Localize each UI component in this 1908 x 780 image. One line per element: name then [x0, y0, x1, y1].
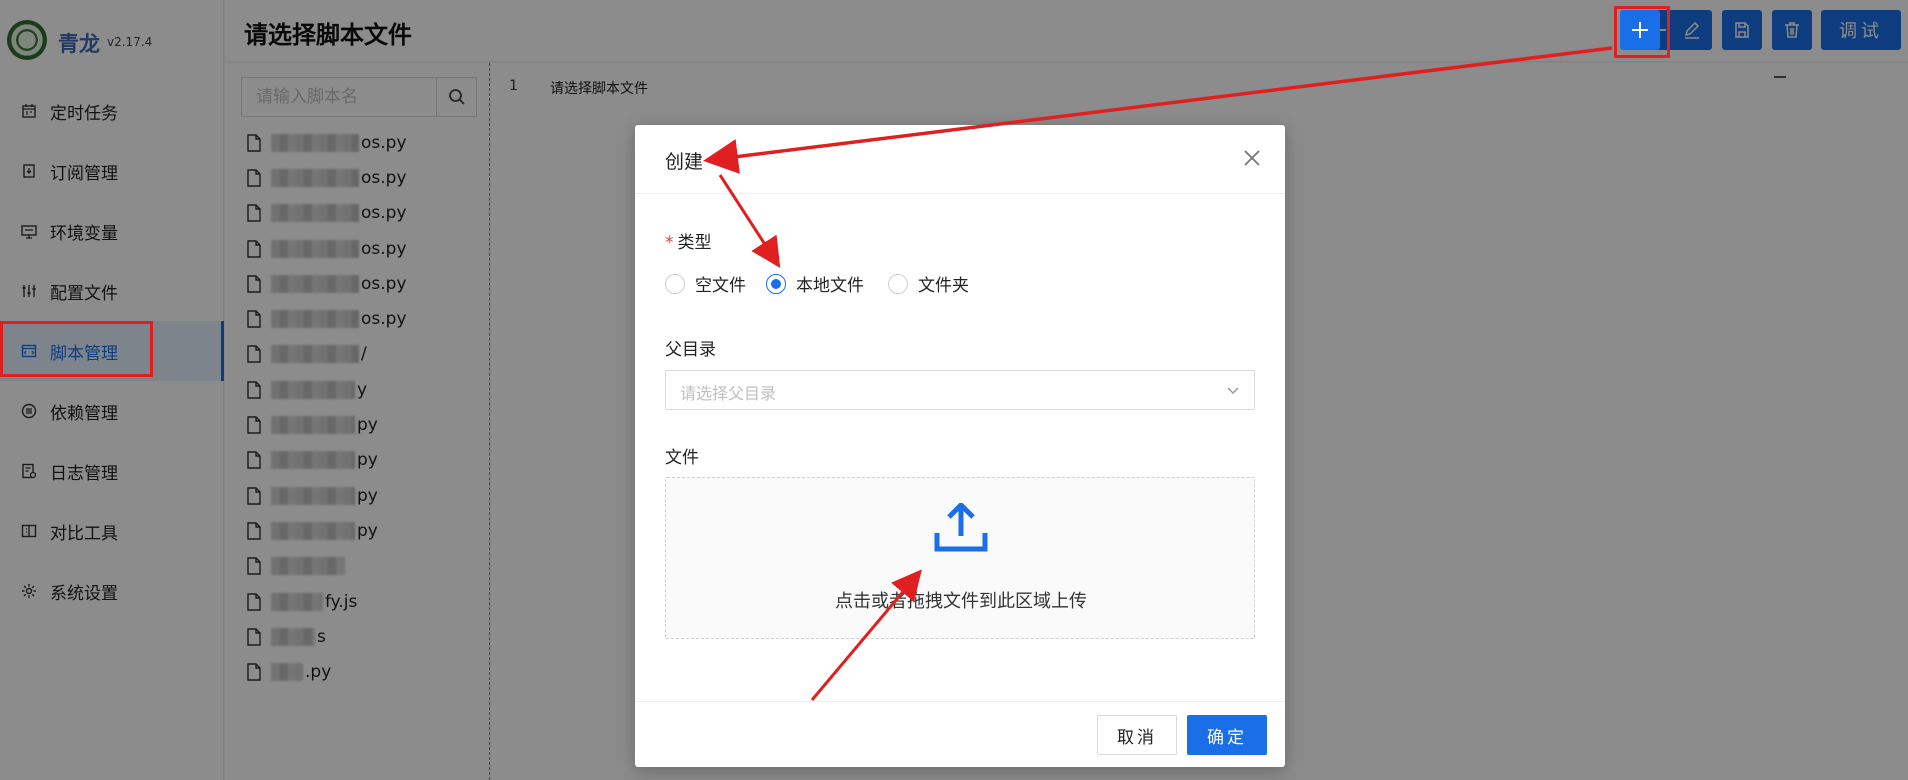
type-label: * 类型 [665, 233, 712, 253]
radio-dot [888, 273, 908, 294]
add-file-button-highlight[interactable] [1620, 10, 1660, 50]
upload-hint: 点击或者拖拽文件到此区域上传 [835, 591, 1087, 612]
radio-empty-file[interactable]: 空文件 [665, 271, 746, 296]
dialog-header-divider [635, 193, 1285, 194]
confirm-button[interactable]: 确定 [1187, 715, 1267, 755]
parent-dir-select[interactable]: 请选择父目录 [665, 370, 1255, 410]
radio-dot [766, 273, 786, 294]
cancel-button[interactable]: 取消 [1097, 715, 1177, 755]
plus-icon [1632, 22, 1648, 38]
dialog-footer-divider [635, 701, 1285, 702]
select-placeholder: 请选择父目录 [680, 384, 777, 403]
file-label: 文件 [665, 448, 699, 468]
dialog-title: 创建 [665, 151, 704, 173]
create-dialog: 创建 * 类型 空文件 本地文件 文件夹 父目录 请选择父目录 文件 点击或者拖拽… [635, 125, 1285, 767]
parent-dir-label: 父目录 [665, 340, 716, 360]
radio-local-file[interactable]: 本地文件 [766, 271, 864, 296]
radio-dot [665, 273, 685, 294]
close-button[interactable] [1241, 147, 1263, 169]
radio-folder[interactable]: 文件夹 [888, 271, 969, 296]
upload-icon [934, 503, 988, 552]
chevron-down-icon [1227, 387, 1239, 395]
close-icon [1244, 150, 1260, 166]
upload-dropzone[interactable]: 点击或者拖拽文件到此区域上传 [665, 477, 1255, 639]
